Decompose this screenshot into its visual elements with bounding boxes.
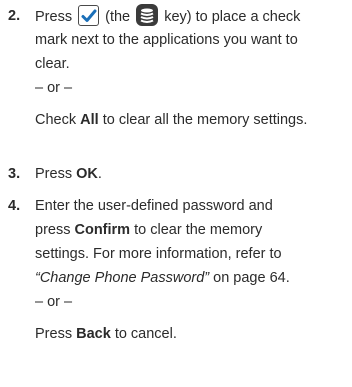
manual-page: 2. Press (the key) to place a check mark… <box>0 0 352 387</box>
all-option-label: All <box>80 112 99 128</box>
step-line: Press OK. <box>35 166 102 182</box>
step-body: Press (the key) to place a check mark ne… <box>35 4 348 132</box>
step-line: Press (the key) to place a check <box>35 4 348 28</box>
step-line: clear. <box>35 56 70 72</box>
step-line: press Confirm to clear the memory <box>35 222 263 238</box>
step-body: Press OK. <box>35 162 348 186</box>
ok-label: OK <box>76 166 98 182</box>
step-alternative: Press Back to cancel. <box>35 326 177 342</box>
step-number: 3. <box>8 166 21 182</box>
step-line: Enter the user-defined password and <box>35 198 273 214</box>
cross-reference-link: “Change Phone Password” <box>35 270 210 286</box>
step-line: “Change Phone Password” on page 64. <box>35 270 290 286</box>
confirm-label: Confirm <box>74 222 131 238</box>
or-separator: – or – <box>35 80 73 96</box>
step-body: Enter the user-defined password and pres… <box>35 194 348 346</box>
back-label: Back <box>76 326 111 342</box>
or-separator: – or – <box>35 294 73 310</box>
step-number: 2. <box>8 8 21 24</box>
checkmark-box-icon <box>78 5 100 26</box>
step-alternative: Check All to clear all the memory settin… <box>35 112 308 128</box>
soft-key-icon <box>136 4 159 26</box>
step-number: 4. <box>8 198 21 214</box>
step-line: settings. For more information, refer to <box>35 246 282 262</box>
step-line: mark next to the applications you want t… <box>35 32 298 48</box>
